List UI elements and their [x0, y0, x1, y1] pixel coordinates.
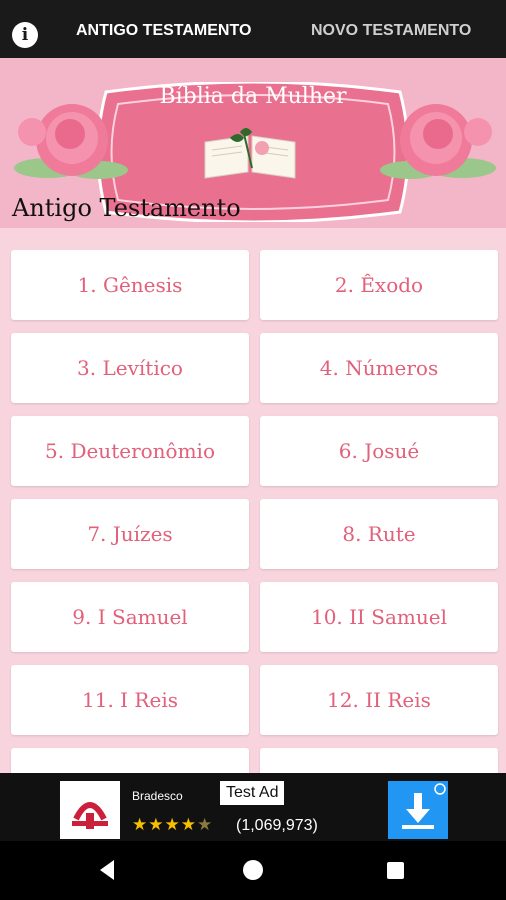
download-arrow-icon: [402, 783, 446, 829]
ad-test-badge: Test Ad: [220, 781, 285, 805]
recent-apps-icon[interactable]: [387, 862, 404, 879]
bible-image: [204, 128, 296, 179]
book-button[interactable]: 11. I Reis: [11, 665, 249, 735]
info-icon[interactable]: i: [12, 22, 38, 48]
book-button[interactable]: 10. II Samuel: [260, 582, 498, 652]
header-banner: Bíblia da Mulher Antigo Testamento: [0, 58, 506, 228]
book-button[interactable]: 5. Deuteronômio: [11, 416, 249, 486]
ad-logo-image: [60, 781, 120, 839]
rose-left-image: [14, 104, 128, 179]
book-button[interactable]: 9. I Samuel: [11, 582, 249, 652]
rose-right-image: [380, 104, 496, 179]
ad-rating-stars: ★★★★★: [132, 815, 214, 834]
section-title: Antigo Testamento: [12, 194, 241, 222]
ad-rating-count: (1,069,973): [236, 817, 318, 834]
book-button[interactable]: 4. Números: [260, 333, 498, 403]
book-grid: 1. Gênesis 2. Êxodo 3. Levítico 4. Númer…: [0, 228, 506, 773]
book-button[interactable]: 6. Josué: [260, 416, 498, 486]
book-button[interactable]: [260, 748, 498, 773]
tab-novo-testamento[interactable]: NOVO TESTAMENTO: [311, 0, 471, 58]
book-button[interactable]: 8. Rute: [260, 499, 498, 569]
download-icon[interactable]: [388, 781, 448, 839]
book-button[interactable]: 3. Levítico: [11, 333, 249, 403]
book-button[interactable]: 1. Gênesis: [11, 250, 249, 320]
book-button[interactable]: 12. II Reis: [260, 665, 498, 735]
system-nav-bar: [0, 841, 506, 900]
book-button[interactable]: 2. Êxodo: [260, 250, 498, 320]
bradesco-logo-icon: [72, 802, 108, 829]
ad-banner[interactable]: Bradesco Test Ad ★★★★★ (1,069,973): [0, 773, 506, 841]
top-tab-bar: i ANTIGO TESTAMENTO NOVO TESTAMENTO: [0, 0, 506, 58]
tab-antigo-testamento[interactable]: ANTIGO TESTAMENTO: [76, 0, 251, 58]
ad-brand: Bradesco: [132, 789, 183, 803]
home-icon[interactable]: [243, 860, 263, 880]
back-icon[interactable]: [100, 860, 114, 880]
book-button[interactable]: [11, 748, 249, 773]
book-button[interactable]: 7. Juízes: [11, 499, 249, 569]
